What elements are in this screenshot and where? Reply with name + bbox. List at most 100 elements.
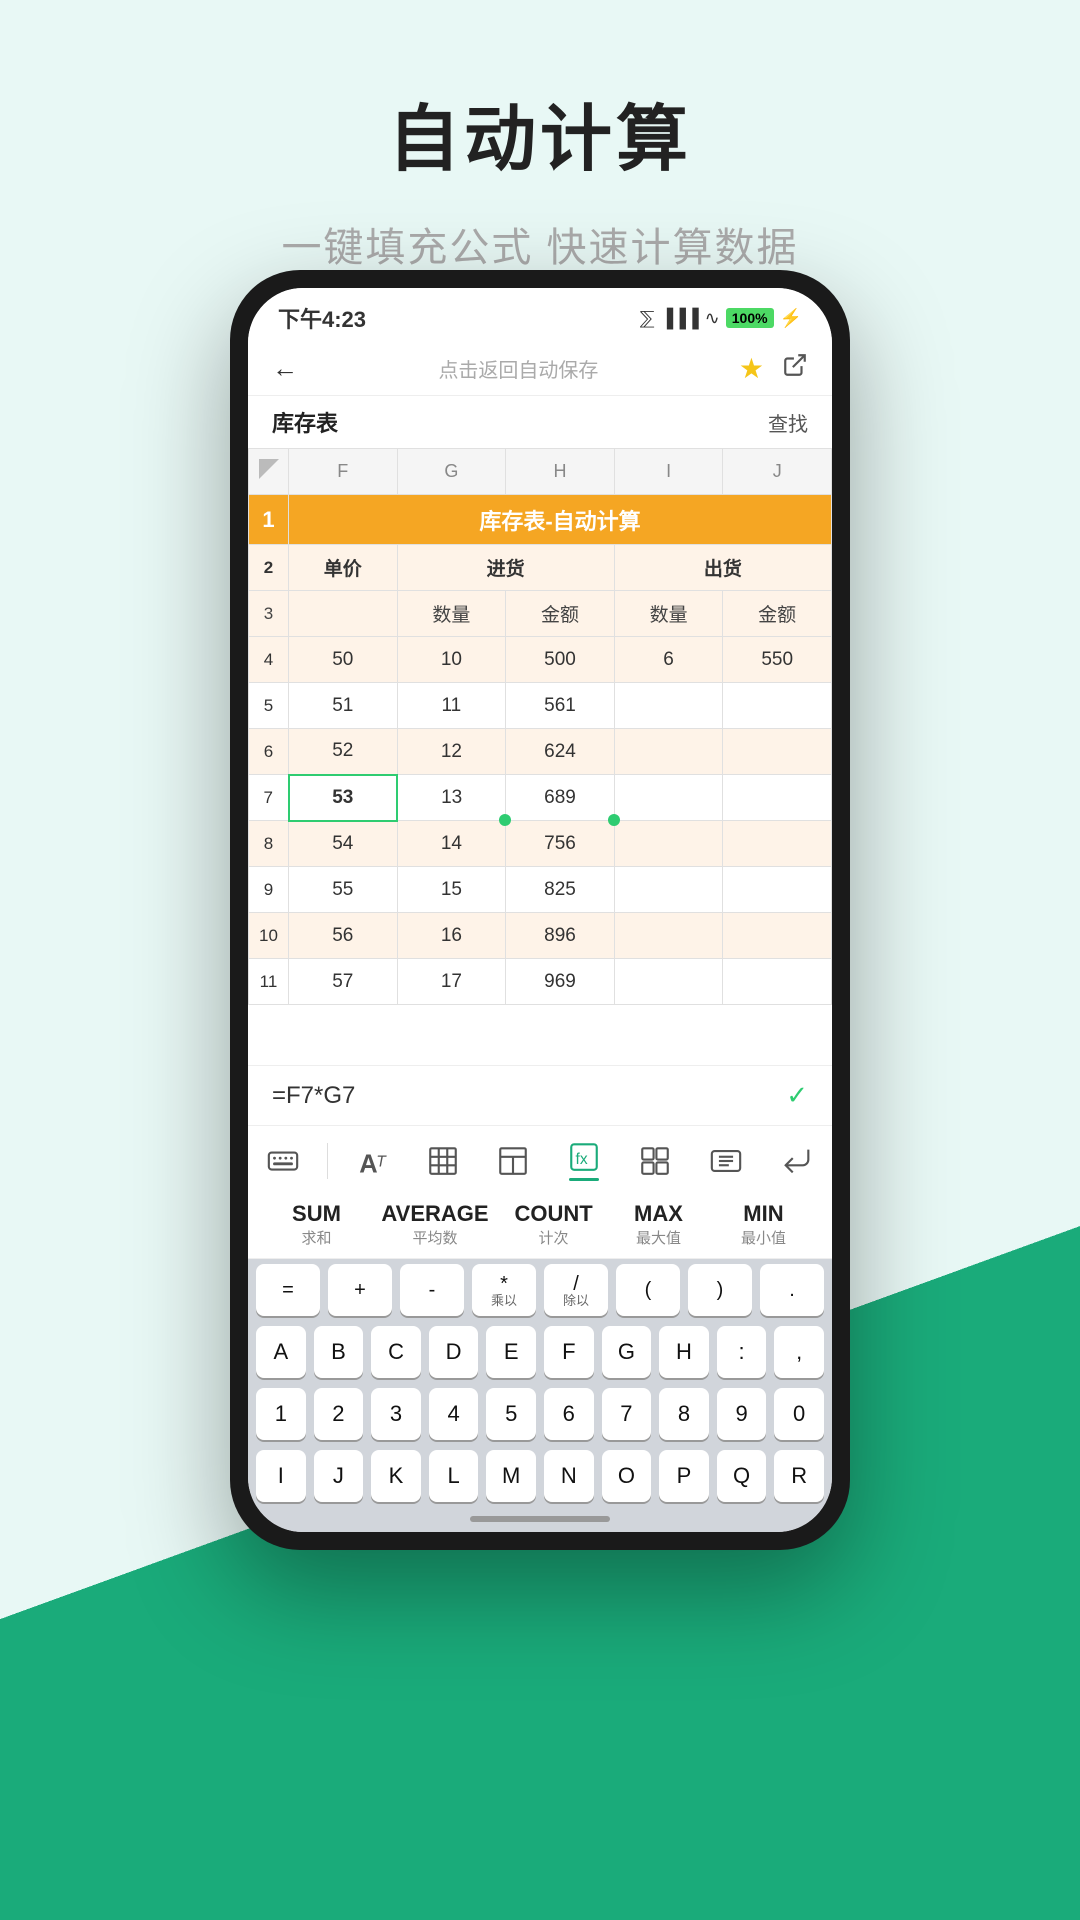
enter-btn[interactable] [770,1140,824,1182]
selected-cell[interactable]: 53 [289,775,398,821]
col-header-H[interactable]: H [506,449,615,495]
key-4[interactable]: 4 [429,1388,479,1440]
key-equals[interactable]: = [256,1264,320,1316]
key-5[interactable]: 5 [486,1388,536,1440]
key-comma[interactable]: , [774,1326,824,1378]
cell-3-H: 金额 [506,591,615,637]
key-J[interactable]: J [314,1450,364,1502]
key-O[interactable]: O [602,1450,652,1502]
col-header-G[interactable]: G [397,449,506,495]
corner-cell [249,449,289,495]
keyboard-alpha-row2: I J K L M N O P Q R [248,1445,832,1510]
key-C[interactable]: C [371,1326,421,1378]
table-row: 7 53 13 689 [249,775,832,821]
key-D[interactable]: D [429,1326,479,1378]
find-button[interactable]: 查找 [768,408,808,437]
table-btn[interactable] [416,1140,470,1182]
table-row: 4 50 10 500 6 550 [249,637,832,683]
key-2[interactable]: 2 [314,1388,364,1440]
cell-2-F[interactable]: 单价 [289,545,398,591]
more-btn[interactable] [699,1140,753,1182]
wifi-icon: ∿ [705,308,720,329]
table-merged-title: 库存表-自动计算 [289,495,832,545]
signal-icon: ▐▐▐ [660,308,698,329]
sheet-title: 库存表 [272,406,338,438]
nav-bar: ← 点击返回自动保存 ★ [248,342,832,396]
cell-3-J: 金额 [723,591,832,637]
key-multiply[interactable]: *乘以 [472,1264,536,1316]
key-0[interactable]: 0 [774,1388,824,1440]
cell-2-IJ[interactable]: 出货 [614,545,831,591]
elements-btn[interactable] [628,1140,682,1182]
key-M[interactable]: M [486,1450,536,1502]
key-6[interactable]: 6 [544,1388,594,1440]
col-header-J[interactable]: J [723,449,832,495]
col-header-F[interactable]: F [289,449,398,495]
key-rparen[interactable]: ) [688,1264,752,1316]
keyboard-operator-row: = + - *乘以 /除以 ( ) . [248,1259,832,1321]
spreadsheet-area: F G H I J 1 库存表-自动计算 2 [248,448,832,1065]
favorite-button[interactable]: ★ [739,352,764,385]
key-A[interactable]: A [256,1326,306,1378]
count-button[interactable]: COUNT 计次 [514,1201,594,1248]
home-indicator [470,1516,610,1522]
formula-text[interactable]: =F7*G7 [272,1082,355,1110]
svg-text:fx: fx [576,1151,588,1168]
status-bar: 下午4:23 ⅀ ▐▐▐ ∿ 100% ⚡ [248,288,832,342]
key-F[interactable]: F [544,1326,594,1378]
key-R[interactable]: R [774,1450,824,1502]
table-row: 9 55 15 825 [249,867,832,913]
key-E[interactable]: E [486,1326,536,1378]
average-button[interactable]: AVERAGE 平均数 [381,1201,488,1248]
keyboard: = + - *乘以 /除以 ( ) . A B C [248,1259,832,1532]
key-L[interactable]: L [429,1450,479,1502]
key-Q[interactable]: Q [717,1450,767,1502]
charging-icon: ⚡ [780,308,802,329]
key-dot[interactable]: . [760,1264,824,1316]
key-1[interactable]: 1 [256,1388,306,1440]
back-button[interactable]: ← [272,353,298,384]
key-7[interactable]: 7 [602,1388,652,1440]
formula-btn[interactable]: fx [557,1136,611,1185]
battery-indicator: 100% [726,308,774,328]
max-button[interactable]: MAX 最大值 [619,1201,699,1248]
key-K[interactable]: K [371,1450,421,1502]
keyboard-toolbar-btn[interactable] [256,1140,310,1182]
key-I[interactable]: I [256,1450,306,1502]
bluetooth-icon: ⅀ [640,308,655,329]
key-P[interactable]: P [659,1450,709,1502]
key-G[interactable]: G [602,1326,652,1378]
nav-center-text: 点击返回自动保存 [438,354,598,383]
key-plus[interactable]: + [328,1264,392,1316]
key-divide[interactable]: /除以 [544,1264,608,1316]
key-colon[interactable]: : [717,1326,767,1378]
key-lparen[interactable]: ( [616,1264,680,1316]
status-time: 下午4:23 [278,302,366,334]
cell-2-GH[interactable]: 进货 [397,545,614,591]
key-3[interactable]: 3 [371,1388,421,1440]
svg-text:A: A [359,1150,377,1178]
table-row: 6 52 12 624 [249,729,832,775]
key-8[interactable]: 8 [659,1388,709,1440]
layout-btn[interactable] [486,1140,540,1182]
nav-icons: ★ [739,352,808,385]
formula-confirm-button[interactable]: ✓ [786,1080,808,1111]
function-row: SUM 求和 AVERAGE 平均数 COUNT 计次 MAX 最大值 MIN [248,1191,832,1259]
share-button[interactable] [782,352,808,385]
table-row: 5 51 11 561 [249,683,832,729]
cell-3-I: 数量 [614,591,723,637]
key-N[interactable]: N [544,1450,594,1502]
key-9[interactable]: 9 [717,1388,767,1440]
keyboard-alpha-row1: A B C D E F G H : , [248,1321,832,1383]
key-H[interactable]: H [659,1326,709,1378]
key-minus[interactable]: - [400,1264,464,1316]
col-header-I[interactable]: I [614,449,723,495]
page-subtitle: 一键填充公式 快速计算数据 [0,215,1080,273]
min-button[interactable]: MIN 最小值 [723,1201,803,1248]
sum-button[interactable]: SUM 求和 [276,1201,356,1248]
text-format-btn[interactable]: A T [345,1140,399,1182]
keyboard-num-row: 1 2 3 4 5 6 7 8 9 0 [248,1383,832,1445]
cell-3-G: 数量 [397,591,506,637]
row-num-3: 3 [249,591,289,637]
key-B[interactable]: B [314,1326,364,1378]
